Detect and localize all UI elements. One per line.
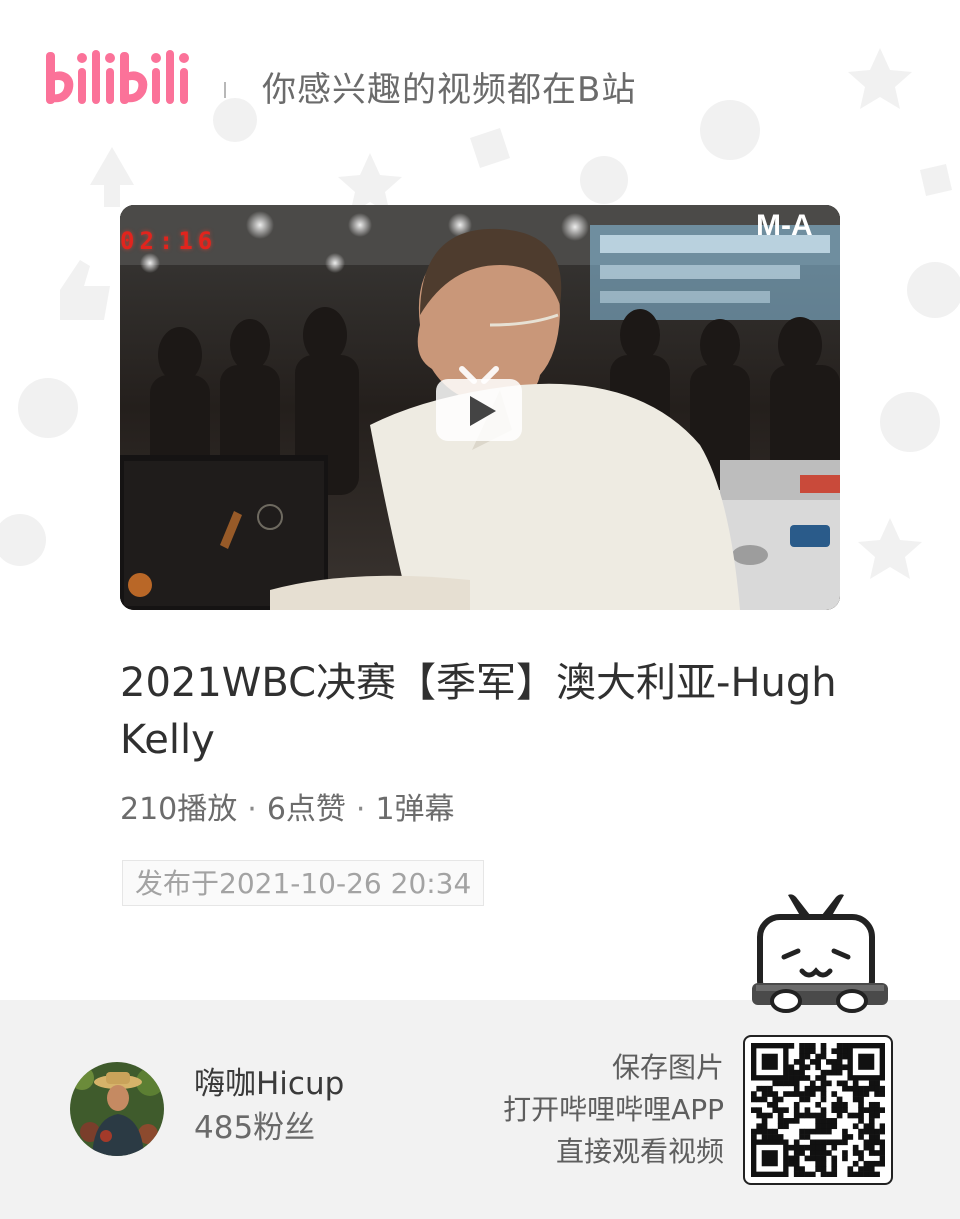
uploader-fans: 485粉丝 [194, 1110, 316, 1146]
tv-mascot-icon [752, 894, 888, 1013]
video-title: 2021WBC决赛【季军】澳大利亚-Hugh Kelly [120, 660, 837, 763]
stats-separator: · [355, 792, 366, 827]
qr-instructions: 保存图片 打开哔哩哔哩APP 直接观看视频 [503, 1047, 724, 1173]
play-count: 210播放 [120, 792, 238, 827]
header-divider [224, 82, 226, 98]
header-tagline: 你感兴趣的视频都在B站 [262, 70, 637, 110]
uploader-avatar[interactable] [70, 1062, 164, 1156]
video-thumbnail[interactable]: M-A 02:16 [120, 205, 840, 610]
danmaku-count: 1弹幕 [375, 792, 455, 827]
qr-line-open-app: 打开哔哩哔哩APP [503, 1093, 724, 1126]
qr-line-save: 保存图片 [611, 1051, 724, 1084]
video-stats: 210播放 · 6点赞 · 1弹幕 [120, 788, 455, 832]
play-icon[interactable] [434, 363, 524, 445]
qr-code [743, 1035, 893, 1185]
screen-corner-text: M-A [756, 209, 813, 242]
publish-date: 发布于2021-10-26 20:34 [122, 860, 485, 906]
video-timestamp: 02:16 [120, 227, 218, 255]
like-count: 6点赞 [266, 792, 346, 827]
stats-separator: · [247, 792, 257, 827]
qr-line-watch: 直接观看视频 [555, 1135, 724, 1168]
qr-code-icon [751, 1043, 885, 1177]
uploader-name[interactable]: 嗨咖Hicup [194, 1062, 344, 1106]
bilibili-logo[interactable] [44, 44, 190, 112]
